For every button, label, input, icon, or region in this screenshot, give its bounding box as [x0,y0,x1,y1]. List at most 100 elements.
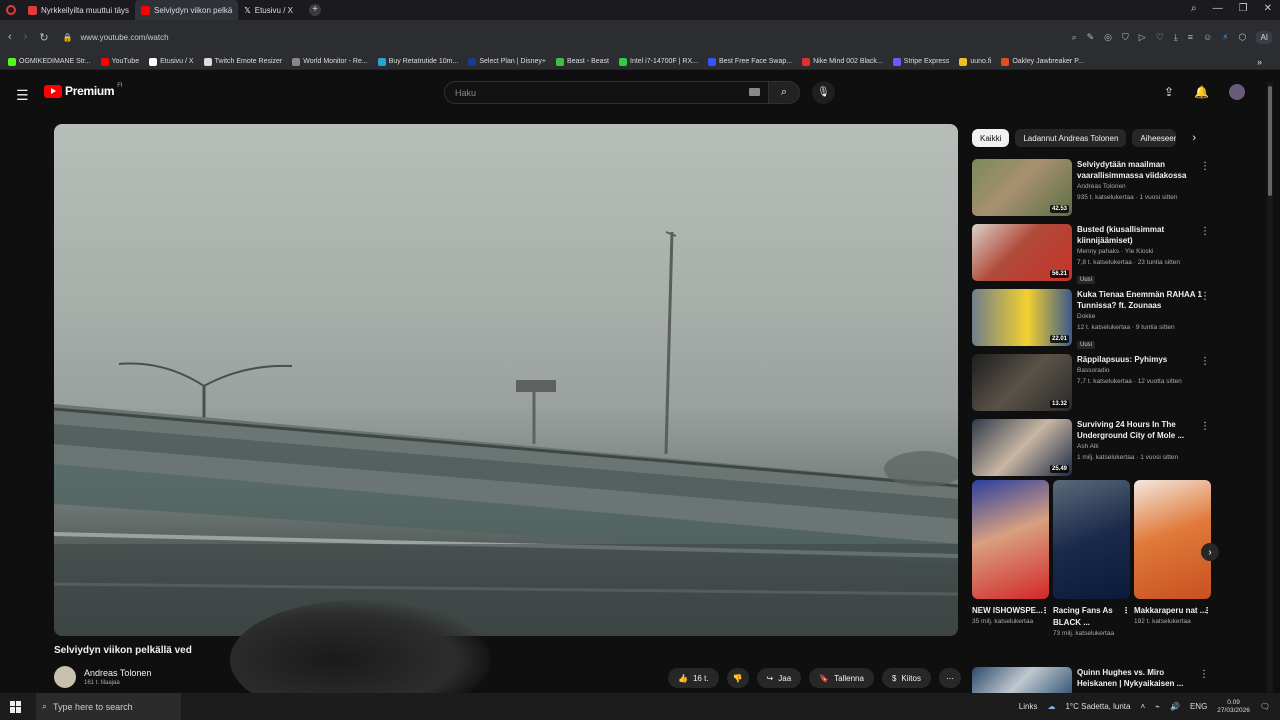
bookmark-item[interactable]: uuno.fi [959,57,991,66]
keyboard-icon[interactable] [749,88,760,96]
chevron-right-icon[interactable]: › [1192,132,1196,144]
search-button[interactable]: ⌕ [768,81,800,104]
download-icon[interactable]: ⤓ [1174,32,1178,43]
more-options-icon[interactable]: ⋮ [1041,605,1049,617]
list-item[interactable]: 56.21 Busted (kiusallisimmat kiinnijäämis… [972,224,1222,289]
short-title[interactable]: Makkaraperu nat ... ⋮ [1134,605,1211,617]
hamburger-menu-icon[interactable]: ☰ [16,87,29,104]
bookmark-item[interactable]: World Monitor - Re... [292,57,368,66]
chip-all[interactable]: Kaikki [972,129,1010,147]
close-window-button[interactable]: ✕ [1264,3,1272,14]
bookmark-item[interactable]: Etusivu / X [149,57,194,66]
short-title[interactable]: Racing Fans As BLACK ... ⋮ [1053,605,1130,629]
edit-icon[interactable]: ✎ [1087,32,1095,43]
bookmark-item[interactable]: Oakley Jawbreaker P... [1001,57,1084,66]
more-options-icon[interactable]: ⋮ [1203,605,1211,617]
channel-name[interactable]: Andreas Tolonen [84,668,151,678]
camera-icon[interactable]: ◎ [1104,32,1112,43]
bookmark-item[interactable]: Intel i7-14700F | RX... [619,57,698,66]
rec-title[interactable]: Selviydytään maailman vaarallisimmassa v… [1077,159,1205,181]
like-button[interactable]: 👍 16 t. [668,668,719,688]
voice-search-button[interactable]: 🎙 [812,81,835,104]
short-thumbnail[interactable] [1134,480,1211,599]
video-thumbnail[interactable]: 25.49 [972,419,1072,476]
video-thumbnail[interactable] [972,667,1072,693]
more-options-icon[interactable]: ⋮ [1122,605,1130,617]
menu-icon[interactable]: ≡ [1188,32,1193,42]
chip-related[interactable]: Aiheeseen [1132,129,1177,147]
more-options-icon[interactable]: ⋮ [1200,421,1210,432]
clock[interactable]: 0.09 27/03/2026 [1217,699,1250,715]
rec-title[interactable]: Quinn Hughes vs. Miro Heiskanen | Nykyai… [1077,667,1205,689]
short-title[interactable]: NEW ISHOWSPE... ⋮ [972,605,1049,617]
url-field[interactable]: 🔒 www.youtube.com/watch [63,33,169,42]
play-icon[interactable]: ▷ [1139,32,1146,43]
youtube-premium-logo[interactable]: Premium FI [44,83,123,98]
rec-channel[interactable]: Menny pahaks · Yle Kioski [1077,246,1205,257]
bookmark-item[interactable]: Stripe Express [892,57,949,66]
language-indicator[interactable]: ENG [1190,702,1207,711]
rec-channel[interactable]: Ash Alk [1077,441,1205,452]
short-thumbnail[interactable] [972,480,1049,599]
rec-title[interactable]: Kuka Tienaa Enemmän RAHAA 1 Tunnissa? ft… [1077,289,1205,311]
bookmark-item[interactable]: Best Free Face Swap... [707,57,792,66]
short-thumbnail[interactable] [1053,480,1130,599]
video-thumbnail[interactable]: 56.21 [972,224,1072,281]
more-options-icon[interactable]: ⋮ [1200,356,1210,367]
network-icon[interactable]: ⌁ [1155,702,1160,711]
windows-start-icon[interactable] [10,700,22,713]
bookmark-item[interactable]: Twitch Emote Resizer [203,57,282,66]
rec-channel[interactable]: Dokke [1077,311,1205,322]
notification-center-icon[interactable]: 🗨 [1260,702,1270,711]
browser-tab-3[interactable]: 𝕏 Etusivu / X [238,0,299,20]
more-options-icon[interactable]: ⋮ [1200,161,1210,172]
share-button[interactable]: ↪ Jaa [756,668,802,688]
search-icon[interactable]: ⌕ [1072,32,1077,43]
search-input[interactable] [455,87,735,98]
bookmark-item[interactable]: Nike Mind 002 Black... [802,57,883,66]
back-button[interactable]: ‹ [8,31,12,44]
channel-avatar[interactable] [54,666,76,688]
browser-tab-2-active[interactable]: Selviydyn viikon pelkä [135,0,239,20]
short-card[interactable]: NEW ISHOWSPE... ⋮ 35 milj. katselukertaa [972,480,1049,639]
list-item[interactable]: Quinn Hughes vs. Miro Heiskanen | Nykyai… [972,667,1209,693]
short-card[interactable]: Makkaraperu nat ... ⋮ 192 t. katselukertaa [1134,480,1211,639]
chip-from-channel[interactable]: Ladannut Andreas Tolonen [1015,129,1127,147]
dislike-button[interactable]: 👎 [726,668,749,688]
cube-icon[interactable]: ⬡ [1239,32,1247,43]
tab-search-icon[interactable]: ⌕ [1191,3,1197,14]
more-actions-button[interactable]: ⋯ [938,668,961,688]
notifications-bell-icon[interactable]: 🔔 [1194,85,1209,99]
list-item[interactable]: 22.01 Kuka Tienaa Enemmän RAHAA 1 Tunniss… [972,289,1222,354]
taskbar-search[interactable]: ⌕ Type here to search [36,693,181,720]
video-thumbnail[interactable]: 22.01 [972,289,1072,346]
video-thumbnail[interactable]: 42.53 [972,159,1072,216]
more-options-icon[interactable]: ⋮ [1199,669,1209,680]
bookmarks-overflow-icon[interactable]: » [1257,57,1262,67]
heart-icon[interactable]: ♡ [1156,32,1164,43]
list-item[interactable]: 25.49 Surviving 24 Hours In The Undergrou… [972,419,1222,484]
thanks-button[interactable]: $ Kiitos [881,668,931,688]
account-avatar[interactable] [1229,84,1245,100]
save-button[interactable]: 🔖 Tallenna [809,668,874,688]
video-thumbnail[interactable]: 13.32 [972,354,1072,411]
weather-text[interactable]: 1°C Sadetta, lunta [1065,702,1130,711]
ai-button[interactable]: AI [1256,30,1272,44]
profile-icon[interactable]: ☺ [1203,32,1212,42]
browser-tab-1[interactable]: Nyrkkeilyilta muuttui täys [22,0,135,20]
video-player[interactable] [54,124,958,636]
rec-title[interactable]: Busted (kiusallisimmat kiinnijäämiset) [1077,224,1205,246]
scrollbar-thumb[interactable] [1268,86,1272,196]
new-tab-button[interactable]: + [309,4,321,16]
bookmark-item[interactable]: YouTube [100,57,139,66]
bookmark-item[interactable]: Beast - Beast [555,57,609,66]
bookmark-item[interactable]: Select Plan | Disney+ [468,57,546,66]
shorts-next-button[interactable]: › [1201,543,1219,561]
extension-icon[interactable]: ⚡ [1222,32,1228,43]
more-options-icon[interactable]: ⋮ [1200,226,1210,237]
forward-button[interactable]: › [24,31,28,44]
rec-channel[interactable]: Bassoradio [1077,365,1205,376]
reload-button[interactable]: ↻ [39,31,48,44]
rec-channel[interactable]: Andreas Tolonen [1077,181,1205,192]
bookmark-item[interactable]: OGMIKEDIMANE Str... [8,57,91,66]
